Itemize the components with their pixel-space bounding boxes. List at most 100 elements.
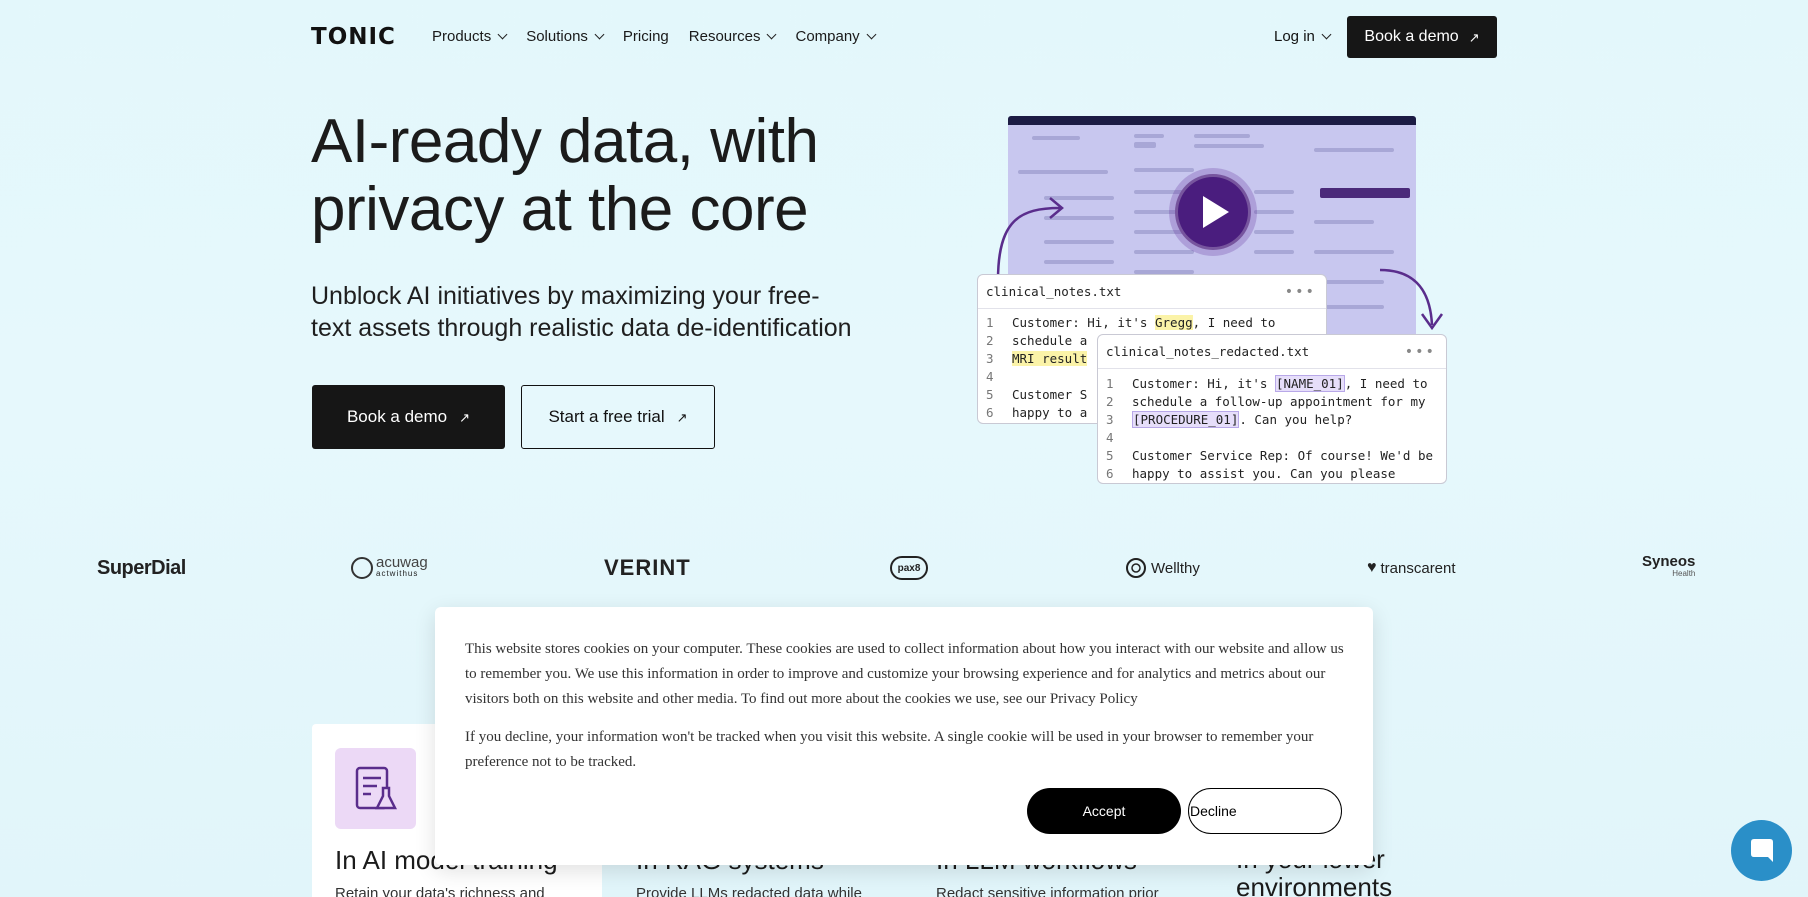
code-line: 1 Customer: Hi, it's [NAME_01], I need to <box>1098 375 1446 393</box>
chevron-down-icon <box>1321 29 1332 40</box>
privacy-policy-link[interactable]: Privacy Policy <box>1050 691 1138 707</box>
line-text-plain: Customer S <box>1012 387 1088 402</box>
line-number: 3 <box>986 351 994 366</box>
line-text: [PROCEDURE_01]. Can you help? <box>1132 411 1352 429</box>
highlighted-entity: [NAME_01] <box>1275 375 1345 392</box>
line-text-plain: , I need to <box>1192 315 1276 330</box>
chevron-down-icon <box>497 29 508 40</box>
chevron-down-icon <box>866 29 877 40</box>
login-menu[interactable]: Log in <box>1274 28 1332 45</box>
nav-book-demo-button[interactable]: Book a demo ↗ <box>1347 16 1497 58</box>
hero-subtitle: Unblock AI initiatives by maximizing you… <box>311 282 852 342</box>
line-text: Customer Service Rep: Of course! We'd be <box>1132 447 1433 465</box>
redacted-notes-card: clinical_notes_redacted.txt ••• 1 Customer… <box>1097 334 1447 484</box>
play-icon <box>1203 196 1229 228</box>
chevron-down-icon <box>594 29 605 40</box>
more-options-icon[interactable]: ••• <box>1285 284 1316 300</box>
line-text: Customer: Hi, it's [NAME_01], I need to <box>1132 375 1428 393</box>
code-line: 2 schedule a follow-up appointment for my <box>1098 393 1446 411</box>
line-number: 5 <box>1106 448 1114 463</box>
cookie-text-secondary: If you decline, your information won't b… <box>465 729 1314 770</box>
line-text-plain: , I need to <box>1344 376 1428 391</box>
chat-bubble-icon <box>1750 838 1773 862</box>
more-options-icon[interactable]: ••• <box>1405 344 1436 360</box>
line-number: 6 <box>986 405 994 420</box>
line-text-plain: Customer Service Rep: Of course! We'd be <box>1132 448 1434 463</box>
arrow-up-right-icon: ↗ <box>676 409 688 425</box>
line-number: 4 <box>986 369 994 384</box>
line-text-plain: . Can you help? <box>1239 412 1353 427</box>
nav-solutions[interactable]: Solutions <box>526 28 605 45</box>
nav-company[interactable]: Company <box>795 28 877 45</box>
line-text-plain: Customer: Hi, it's <box>1012 315 1155 330</box>
line-number: 1 <box>986 315 994 330</box>
highlighted-entity: MRI result <box>1012 351 1088 366</box>
tonic-logo[interactable]: TONIC <box>311 24 396 50</box>
line-number: 2 <box>986 333 994 348</box>
code-line: 1 Customer: Hi, it's Gregg, I need to <box>978 314 1326 332</box>
acuwag-mark-icon <box>351 557 373 579</box>
code-line: 6 happy to assist you. Can you please <box>1098 465 1446 483</box>
top-navigation: TONIC Products Solutions Pricing Resourc… <box>0 0 1808 75</box>
line-text: schedule a follow-up appointment for my <box>1132 393 1426 411</box>
line-number: 6 <box>1106 466 1114 481</box>
card-desc-llm: Redact sensitive information prior <box>936 885 1159 897</box>
superdial-logo: SuperDial <box>97 556 186 579</box>
wellthy-mark-icon <box>1126 558 1146 578</box>
redacted-notes-body: 1 Customer: Hi, it's [NAME_01], I need to… <box>1098 369 1446 483</box>
code-line: 4 <box>1098 429 1446 447</box>
arrow-up-right-icon: ↗ <box>1468 29 1480 45</box>
line-text-plain: Customer: Hi, it's <box>1132 376 1275 391</box>
redacted-notes-header: clinical_notes_redacted.txt ••• <box>1098 335 1446 369</box>
line-text: MRI result <box>1012 350 1088 368</box>
flask-document-icon <box>335 748 416 829</box>
line-text: schedule a <box>1012 332 1087 350</box>
book-demo-button[interactable]: Book a demo ↗ <box>312 385 505 449</box>
verint-logo: VERINT <box>604 555 691 580</box>
line-number: 3 <box>1106 412 1114 427</box>
line-text-plain: schedule a follow-up appointment for my <box>1132 394 1426 409</box>
play-video-button[interactable] <box>1175 174 1251 250</box>
line-text: Customer S <box>1012 386 1087 404</box>
hero-title: AI-ready data, with privacy at the core <box>311 107 819 244</box>
transcarent-logo: ♥ transcarent <box>1367 559 1456 577</box>
chevron-down-icon <box>767 29 777 40</box>
line-number: 4 <box>1106 430 1114 445</box>
original-filename: clinical_notes.txt <box>986 284 1122 299</box>
highlighted-entity: [PROCEDURE_01] <box>1132 411 1240 428</box>
line-number: 1 <box>1106 376 1114 391</box>
heart-icon: ♥ <box>1367 559 1377 576</box>
redacted-filename: clinical_notes_redacted.txt <box>1106 344 1310 359</box>
line-text-plain: happy to a <box>1012 405 1088 420</box>
line-text-plain: happy to assist you. Can you please <box>1132 466 1396 481</box>
code-line: 3 [PROCEDURE_01]. Can you help? <box>1098 411 1446 429</box>
nav-pricing[interactable]: Pricing <box>623 28 669 45</box>
card-desc-ai-training: Retain your data's richness and <box>335 885 545 897</box>
syneos-logo: Syneos Health <box>1642 553 1696 578</box>
line-text: happy to a <box>1012 404 1087 422</box>
line-number: 5 <box>986 387 994 402</box>
nav-resources[interactable]: Resources <box>689 28 777 45</box>
nav-products[interactable]: Products <box>432 28 508 45</box>
cookie-text-primary: This website stores cookies on your comp… <box>465 641 1344 707</box>
nav-links: Products Solutions Pricing Resources Com… <box>432 28 877 45</box>
start-free-trial-button[interactable]: Start a free trial ↗ <box>521 385 715 449</box>
card-desc-rag: Provide LLMs redacted data while <box>636 885 862 897</box>
customer-logos: SuperDial acuwag actwithus VERINT pax8 We… <box>0 552 1808 584</box>
highlighted-entity: Gregg <box>1155 315 1193 330</box>
line-text: Customer: Hi, it's Gregg, I need to <box>1012 314 1275 332</box>
pax8-logo: pax8 <box>890 552 928 584</box>
acuwag-logo: acuwag actwithus <box>350 552 428 584</box>
video-app-bar <box>1008 116 1416 125</box>
code-line: 5 Customer Service Rep: Of course! We'd b… <box>1098 447 1446 465</box>
wellthy-logo: Wellthy <box>1125 552 1200 584</box>
line-text-plain: schedule a <box>1012 333 1088 348</box>
original-notes-header: clinical_notes.txt ••• <box>978 275 1326 309</box>
accept-cookies-button[interactable]: Accept <box>1027 788 1181 834</box>
line-text: happy to assist you. Can you please <box>1132 465 1395 483</box>
cookie-consent-banner: This website stores cookies on your comp… <box>435 607 1373 865</box>
arrow-up-right-icon: ↗ <box>459 409 471 425</box>
line-number: 2 <box>1106 394 1114 409</box>
chat-widget-button[interactable] <box>1731 820 1792 881</box>
decline-cookies-button[interactable]: Decline <box>1188 788 1342 834</box>
